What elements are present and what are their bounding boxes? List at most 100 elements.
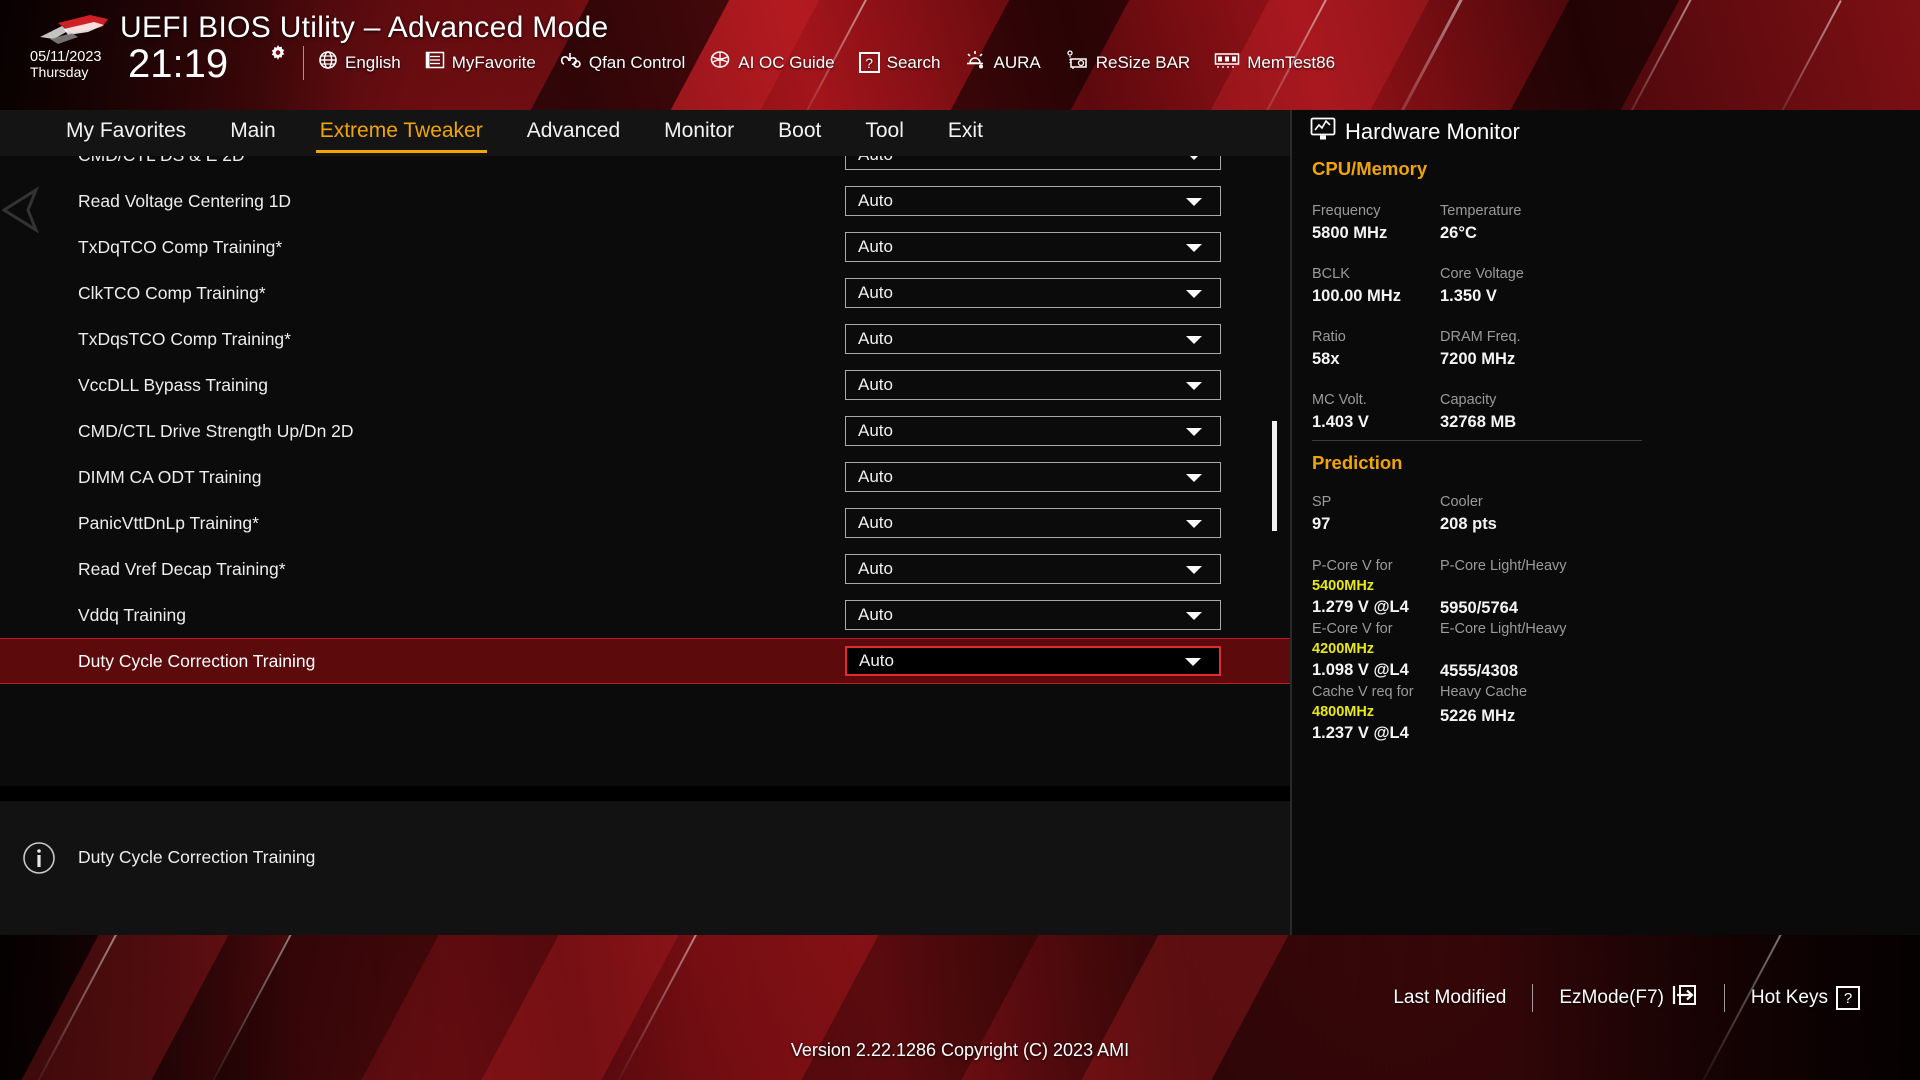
chevron-down-icon (1185, 658, 1201, 666)
hardware-monitor-header: Hardware Monitor (1310, 117, 1520, 146)
table-row[interactable]: TxDqsTCO Comp Training* Auto (0, 316, 1290, 362)
ezmode-button[interactable]: EzMode(F7) (1533, 983, 1724, 1013)
setting-dropdown[interactable]: Auto (845, 278, 1221, 308)
toolbar-item-myfavorite[interactable]: MyFavorite (425, 51, 536, 74)
table-row[interactable]: CMD/CTL DS & E 2D Auto (0, 156, 1290, 178)
toolbar-label: Search (886, 52, 941, 72)
banner-streak (1376, 0, 1473, 110)
setting-dropdown[interactable]: Auto (845, 416, 1221, 446)
chevron-down-icon (1186, 474, 1202, 482)
hw-section-cpu-memory: CPU/Memory (1312, 158, 1428, 179)
toolbar-item-english[interactable]: English (318, 50, 401, 75)
toolbar-divider (303, 46, 304, 80)
hw-item-frequency: Frequency 5800 MHz (1312, 202, 1387, 244)
setting-dropdown[interactable]: Auto (845, 370, 1221, 400)
table-row[interactable]: DIMM CA ODT Training Auto (0, 454, 1290, 500)
table-row[interactable]: TxDqTCO Comp Training* Auto (0, 224, 1290, 270)
table-row[interactable]: Read Vref Decap Training* Auto (0, 546, 1290, 592)
toolbar-label: ReSize BAR (1095, 52, 1191, 72)
setting-dropdown[interactable]: Auto (845, 324, 1221, 354)
hw-key: Heavy Cache (1440, 684, 1528, 700)
tab-main[interactable]: Main (230, 119, 276, 147)
setting-label: Duty Cycle Correction Training (78, 650, 316, 671)
back-arrow-icon[interactable] (1, 185, 42, 235)
chevron-down-icon (1186, 290, 1202, 298)
dropdown-value: Auto (858, 329, 893, 348)
table-row[interactable]: VccDLL Bypass Training Auto (0, 362, 1290, 408)
tab-tool[interactable]: Tool (865, 119, 904, 147)
tab-monitor[interactable]: Monitor (664, 119, 734, 147)
toolbar-item-search[interactable]: ? Search (858, 52, 941, 73)
dropdown-value: Auto (858, 191, 893, 210)
date-value: 05/11/2023 (30, 49, 102, 65)
tab-exit[interactable]: Exit (948, 119, 983, 147)
dropdown-value: Auto (858, 513, 893, 532)
hw-value: 4555/4308 (1440, 661, 1518, 680)
tab-boot[interactable]: Boot (778, 119, 821, 147)
brain-icon (709, 50, 731, 75)
toolbar-item-qfan-control[interactable]: Qfan Control (560, 50, 685, 75)
setting-dropdown[interactable]: Auto (845, 600, 1221, 630)
hw-value: 208 pts (1440, 514, 1497, 533)
hw-item-pcore-voltage: P-Core V for 5400MHz 1.279 V @L4 (1312, 557, 1409, 618)
memory-module-icon (1214, 51, 1240, 74)
hw-key-highlight: 4800MHz (1312, 703, 1375, 720)
hardware-monitor-panel: Hardware Monitor CPU/Memory Frequency 58… (1290, 110, 1920, 935)
ezmode-label: EzMode(F7) (1559, 987, 1664, 1008)
hw-key: Frequency (1312, 203, 1381, 219)
toolbar-item-aura[interactable]: AURA (964, 50, 1041, 75)
chevron-down-icon (1186, 244, 1202, 252)
hw-item-capacity: Capacity 32768 MB (1440, 391, 1516, 433)
setting-label: Read Voltage Centering 1D (78, 190, 292, 211)
setting-dropdown[interactable]: Auto (845, 232, 1221, 262)
info-icon (22, 841, 56, 875)
table-row[interactable]: Vddq Training Auto (0, 592, 1290, 638)
scrollbar-thumb[interactable] (1272, 421, 1277, 531)
dropdown-value: Auto (859, 651, 894, 670)
gear-icon[interactable] (268, 44, 288, 64)
hw-key: Cooler (1440, 494, 1483, 510)
help-bar: Duty Cycle Correction Training (0, 800, 1290, 935)
hw-item-ratio: Ratio 58x (1312, 328, 1346, 370)
toolbar-item-ai-oc-guide[interactable]: AI OC Guide (709, 50, 835, 75)
hw-value: 97 (1312, 514, 1331, 533)
tab-my-favorites[interactable]: My Favorites (66, 119, 186, 147)
table-row[interactable]: CMD/CTL Drive Strength Up/Dn 2D Auto (0, 408, 1290, 454)
setting-dropdown[interactable]: Auto (845, 462, 1221, 492)
hw-item-cache-voltage: Cache V req for 4800MHz 1.237 V @L4 (1312, 683, 1437, 744)
last-modified-button[interactable]: Last Modified (1367, 987, 1532, 1009)
last-modified-label: Last Modified (1393, 987, 1507, 1008)
title-banner: UEFI BIOS Utility – Advanced Mode 05/11/… (0, 0, 1920, 110)
setting-dropdown[interactable]: Auto (845, 508, 1221, 538)
setting-dropdown[interactable]: Auto (845, 156, 1221, 170)
toolbar-label: AI OC Guide (738, 52, 835, 72)
setting-dropdown[interactable]: Auto (845, 554, 1221, 584)
dropdown-value: Auto (858, 559, 893, 578)
tab-advanced[interactable]: Advanced (527, 119, 620, 147)
toolbar-item-memtest86[interactable]: MemTest86 (1214, 51, 1335, 74)
bottom-actions: Last Modified EzMode(F7) Hot Keys ? (1367, 983, 1886, 1013)
hw-value: 1.403 V (1312, 412, 1369, 431)
exit-arrow-icon (1672, 983, 1698, 1013)
table-row[interactable]: Read Voltage Centering 1D Auto (0, 178, 1290, 224)
banner-shard (1510, 0, 1680, 110)
hw-value: 1.098 V @L4 (1312, 661, 1409, 680)
setting-dropdown[interactable]: Auto (845, 186, 1221, 216)
monitor-icon (1310, 117, 1336, 146)
dropdown-value: Auto (858, 605, 893, 624)
toolbar-label: MyFavorite (451, 52, 536, 72)
setting-label: Read Vref Decap Training* (78, 558, 286, 579)
vertical-scrollbar[interactable] (1270, 156, 1278, 786)
table-row[interactable]: PanicVttDnLp Training* Auto (0, 500, 1290, 546)
hw-key: SP (1312, 494, 1332, 510)
hot-keys-button[interactable]: Hot Keys ? (1725, 986, 1886, 1010)
tab-extreme-tweaker[interactable]: Extreme Tweaker (315, 119, 487, 153)
toolbar-item-resize-bar[interactable]: ReSize BAR (1065, 50, 1190, 75)
hw-key: E-Core Light/Heavy (1440, 621, 1567, 637)
dropdown-value: Auto (858, 375, 893, 394)
table-row[interactable]: ClkTCO Comp Training* Auto (0, 270, 1290, 316)
setting-dropdown[interactable]: Auto (845, 646, 1221, 676)
setting-label: TxDqTCO Comp Training* (78, 236, 283, 257)
table-row-selected[interactable]: Duty Cycle Correction Training Auto (0, 638, 1290, 684)
help-description: Duty Cycle Correction Training (78, 847, 316, 867)
